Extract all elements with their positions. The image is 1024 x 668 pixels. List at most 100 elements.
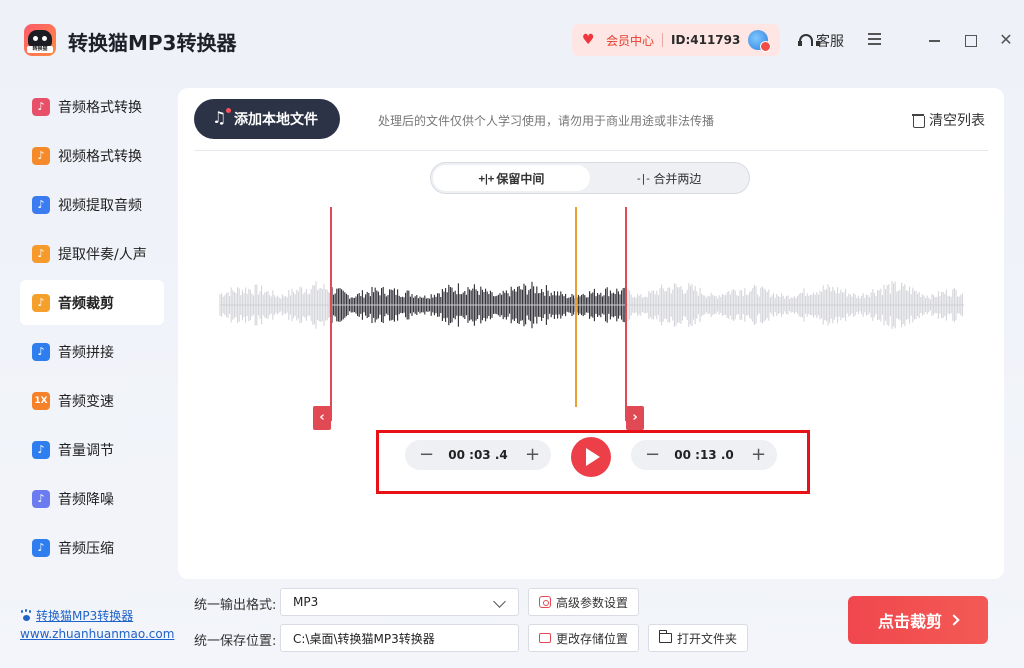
cut-button-label: 点击裁剪 bbox=[877, 612, 942, 631]
sidebar-item[interactable]: 1X 音频变速 bbox=[20, 378, 164, 423]
paw-icon bbox=[20, 609, 32, 622]
output-format-label: 统一输出格式: bbox=[194, 598, 277, 613]
start-plus-button[interactable]: + bbox=[525, 446, 540, 464]
divider bbox=[194, 150, 988, 151]
sidebar-item[interactable]: ♪ 视频提取音频 bbox=[20, 182, 164, 227]
music-add-icon bbox=[212, 108, 231, 127]
audio-cut-icon: ♪ bbox=[32, 293, 50, 312]
sidebar-item[interactable]: ♪ 音频拼接 bbox=[20, 329, 164, 374]
divider bbox=[662, 33, 664, 47]
change-location-label: 更改存储位置 bbox=[556, 631, 629, 646]
sidebar-item[interactable]: ♪ 音频格式转换 bbox=[20, 84, 164, 129]
sidebar-item-label: 音频裁剪 bbox=[58, 295, 114, 312]
sidebar-item-label: 音频降噪 bbox=[58, 491, 114, 508]
volume-icon: ♪ bbox=[32, 440, 50, 459]
tab-keep-middle-label: 保留中间 bbox=[496, 171, 545, 186]
app-logo-icon: 转换猫 bbox=[24, 24, 56, 56]
maximize-button[interactable] bbox=[960, 30, 980, 50]
play-button[interactable] bbox=[571, 437, 611, 477]
start-time-stepper[interactable]: − 00 :03 .4 + bbox=[405, 440, 551, 470]
settings-icon bbox=[539, 596, 551, 608]
add-local-file-label: 添加本地文件 bbox=[234, 112, 318, 128]
sidebar-item-label: 音频变速 bbox=[58, 393, 114, 410]
sidebar-item[interactable]: ♪ 音频降噪 bbox=[20, 476, 164, 521]
chevron-down-icon bbox=[493, 595, 506, 608]
keep-middle-icon: +|+ bbox=[478, 171, 495, 185]
title-bar: 转换猫 转换猫MP3转换器 ♥ 会员中心 ID:411793 客服 ✕ bbox=[0, 0, 1024, 80]
audio-join-icon: ♪ bbox=[32, 342, 50, 361]
output-format-value: MP3 bbox=[293, 595, 319, 609]
customer-service-label: 客服 bbox=[816, 34, 844, 50]
start-marker[interactable] bbox=[330, 207, 332, 421]
compress-icon: ♪ bbox=[32, 538, 50, 557]
end-plus-button[interactable]: + bbox=[751, 446, 766, 464]
cut-mode-switch: +|+ 保留中间 -|- 合并两边 bbox=[430, 162, 750, 194]
close-button[interactable]: ✕ bbox=[996, 30, 1016, 50]
avatar[interactable] bbox=[748, 30, 772, 52]
sidebar-item-label: 音频压缩 bbox=[58, 540, 114, 557]
save-path-field[interactable]: C:\桌面\转换猫MP3转换器 bbox=[280, 624, 519, 652]
open-folder-button[interactable]: 打开文件夹 bbox=[648, 624, 749, 652]
member-center-button[interactable]: ♥ 会员中心 ID:411793 bbox=[572, 24, 780, 56]
usage-notice: 处理后的文件仅供个人学习使用，请勿用于商业用途或非法传播 bbox=[378, 114, 715, 128]
menu-button[interactable] bbox=[864, 30, 884, 50]
end-minus-button[interactable]: − bbox=[645, 446, 660, 464]
speed-icon: 1X bbox=[32, 391, 50, 410]
start-minus-button[interactable]: − bbox=[419, 446, 434, 464]
folder-icon bbox=[658, 630, 672, 643]
vocal-extract-icon: ♪ bbox=[32, 244, 50, 263]
format-convert-icon: ♪ bbox=[32, 97, 50, 116]
sidebar: ♪ 音频格式转换 ♪ 视频格式转换 ♪ 视频提取音频 ♪ 提取伴奏/人声 ♪ 音频裁剪 ♪ 音频拼接 1… bbox=[20, 84, 164, 574]
sidebar-item-label: 音频拼接 bbox=[58, 344, 114, 361]
end-marker[interactable] bbox=[625, 207, 627, 421]
sidebar-item[interactable]: ♪ 音频裁剪 bbox=[20, 280, 164, 325]
brand-link-label: 转换猫MP3转换器 bbox=[36, 609, 134, 623]
start-handle-left-icon[interactable]: ‹ bbox=[313, 406, 331, 430]
trash-icon bbox=[912, 113, 925, 128]
member-center-label: 会员中心 bbox=[606, 33, 655, 48]
minimize-button[interactable] bbox=[924, 30, 944, 50]
clear-list-label: 清空列表 bbox=[929, 113, 985, 129]
video-convert-icon: ♪ bbox=[32, 146, 50, 165]
add-local-file-button[interactable]: 添加本地文件 bbox=[194, 99, 340, 139]
tab-merge-sides[interactable]: -|- 合并两边 bbox=[590, 165, 747, 191]
app-title: 转换猫MP3转换器 bbox=[68, 31, 237, 55]
sidebar-item-label: 视频提取音频 bbox=[58, 197, 142, 214]
waveform-area[interactable]: ‹ › bbox=[208, 206, 978, 432]
main-panel: 添加本地文件 处理后的文件仅供个人学习使用，请勿用于商业用途或非法传播 清空列表… bbox=[178, 88, 1004, 579]
brand-url-link[interactable]: www.zhuanhuanmao.com bbox=[20, 627, 174, 641]
merge-sides-icon: -|- bbox=[635, 171, 652, 185]
diamond-icon: ♥ bbox=[582, 32, 595, 48]
headset-icon bbox=[797, 33, 820, 49]
end-time-value: 00 :13 .0 bbox=[674, 448, 734, 462]
customer-service-button[interactable]: 客服 bbox=[797, 31, 844, 51]
tab-keep-middle[interactable]: +|+ 保留中间 bbox=[433, 165, 590, 191]
chevron-right-icon bbox=[948, 614, 960, 626]
save-location-label: 统一保存位置: bbox=[194, 634, 277, 649]
change-location-button[interactable]: 更改存储位置 bbox=[528, 624, 640, 652]
sidebar-item-label: 音量调节 bbox=[58, 442, 114, 459]
sidebar-item[interactable]: ♪ 音量调节 bbox=[20, 427, 164, 472]
video-extract-icon: ♪ bbox=[32, 195, 50, 214]
end-time-stepper[interactable]: − 00 :13 .0 + bbox=[631, 440, 777, 470]
sidebar-item-label: 音频格式转换 bbox=[58, 99, 142, 116]
brand-link[interactable]: 转换猫MP3转换器 bbox=[20, 607, 133, 624]
open-folder-label: 打开文件夹 bbox=[677, 631, 738, 646]
user-id: ID:411793 bbox=[671, 33, 741, 47]
end-handle-right-icon[interactable]: › bbox=[626, 406, 644, 430]
tab-merge-sides-label: 合并两边 bbox=[653, 171, 702, 186]
save-path-value: C:\桌面\转换猫MP3转换器 bbox=[293, 631, 435, 646]
start-time-value: 00 :03 .4 bbox=[448, 448, 508, 462]
cut-button[interactable]: 点击裁剪 bbox=[848, 596, 988, 644]
sidebar-item-label: 视频格式转换 bbox=[58, 148, 142, 165]
output-format-select[interactable]: MP3 bbox=[280, 588, 519, 616]
advanced-settings-label: 高级参数设置 bbox=[556, 595, 629, 610]
sidebar-item[interactable]: ♪ 音频压缩 bbox=[20, 525, 164, 570]
sidebar-item[interactable]: ♪ 提取伴奏/人声 bbox=[20, 231, 164, 276]
advanced-settings-button[interactable]: 高级参数设置 bbox=[528, 588, 640, 616]
sidebar-item-label: 提取伴奏/人声 bbox=[58, 246, 147, 263]
clear-list-button[interactable]: 清空列表 bbox=[912, 110, 985, 130]
sidebar-item[interactable]: ♪ 视频格式转换 bbox=[20, 133, 164, 178]
playhead-marker[interactable] bbox=[575, 207, 577, 407]
denoise-icon: ♪ bbox=[32, 489, 50, 508]
